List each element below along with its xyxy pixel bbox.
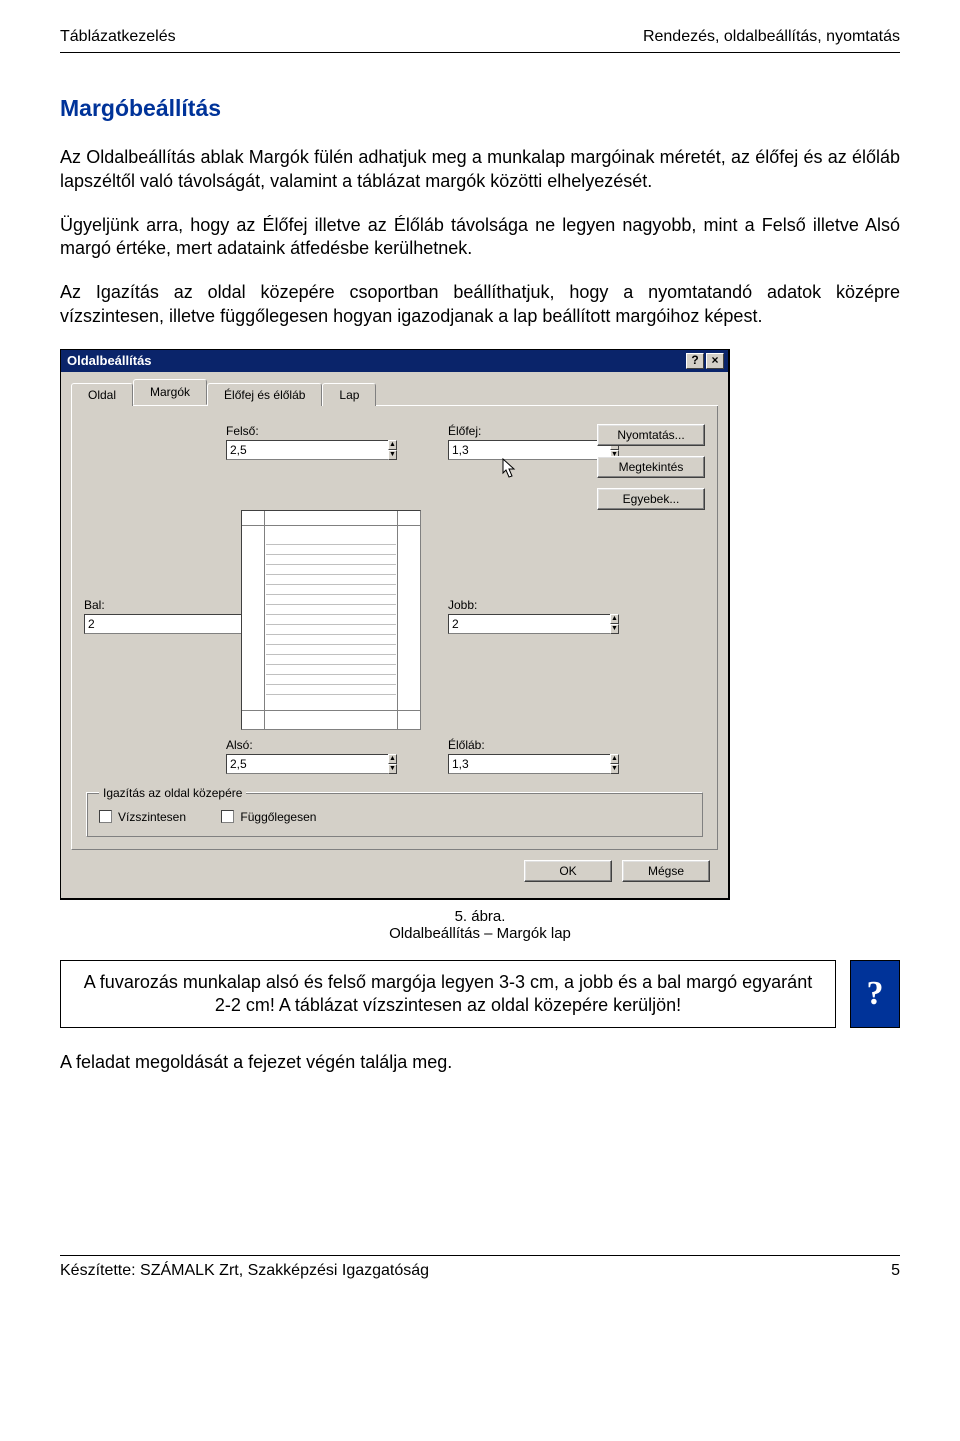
dialog-footer-buttons: OK Mégse xyxy=(71,850,718,888)
label-elolab: Élőláb: xyxy=(448,738,568,752)
spin-up-icon[interactable]: ▲ xyxy=(388,754,397,764)
page-setup-dialog: Oldalbeállítás ? × Oldal Margók Élőfej é… xyxy=(60,349,730,901)
spin-down-icon[interactable]: ▼ xyxy=(388,764,397,774)
tab-margok[interactable]: Margók xyxy=(133,379,207,405)
footer-page-number: 5 xyxy=(891,1262,900,1280)
group-legend: Igazítás az oldal közepére xyxy=(99,786,246,800)
margin-preview xyxy=(241,510,421,730)
checkbox-vertical[interactable]: Függőlegesen xyxy=(221,810,316,824)
dialog-title: Oldalbeállítás xyxy=(67,353,152,368)
caption-text: Oldalbeállítás – Margók lap xyxy=(389,925,571,942)
tab-strip: Oldal Margók Élőfej és élőláb Lap xyxy=(71,380,718,406)
cancel-button[interactable]: Mégse xyxy=(622,860,710,882)
preview-button[interactable]: Megtekintés xyxy=(597,456,705,478)
input-also[interactable] xyxy=(226,754,388,774)
spinner-felso[interactable]: ▲▼ xyxy=(226,440,316,460)
header-right: Rendezés, oldalbeállítás, nyomtatás xyxy=(643,28,900,46)
checkbox-icon xyxy=(99,810,112,823)
spin-down-icon[interactable]: ▼ xyxy=(610,624,619,634)
close-button[interactable]: × xyxy=(706,353,724,369)
label-also: Alsó: xyxy=(226,738,436,752)
header-rule xyxy=(60,52,900,53)
print-button[interactable]: Nyomtatás... xyxy=(597,424,705,446)
tab-elofej-elolab[interactable]: Élőfej és élőláb xyxy=(207,383,322,406)
checkbox-h-label: Vízszintesen xyxy=(118,810,186,824)
spinner-elofej[interactable]: ▲▼ xyxy=(448,440,538,460)
label-jobb: Jobb: xyxy=(448,598,568,612)
spinner-jobb[interactable]: ▲▼ xyxy=(448,614,538,634)
cursor-icon xyxy=(502,458,518,480)
caption-number: 5. ábra. xyxy=(455,908,506,925)
closing-text: A feladat megoldását a fejezet végén tal… xyxy=(60,1052,900,1073)
tab-lap[interactable]: Lap xyxy=(322,383,376,406)
spinner-elolab[interactable]: ▲▼ xyxy=(448,754,538,774)
header-left: Táblázatkezelés xyxy=(60,28,176,46)
spinner-also[interactable]: ▲▼ xyxy=(226,754,316,774)
input-felso[interactable] xyxy=(226,440,388,460)
checkbox-horizontal[interactable]: Vízszintesen xyxy=(99,810,186,824)
label-bal: Bal: xyxy=(84,598,214,612)
options-button[interactable]: Egyebek... xyxy=(597,488,705,510)
spin-up-icon[interactable]: ▲ xyxy=(388,440,397,450)
running-header: Táblázatkezelés Rendezés, oldalbeállítás… xyxy=(60,28,900,46)
label-felso: Felső: xyxy=(226,424,316,438)
tab-panel-margok: Felső: ▲▼ Élőfej: xyxy=(71,406,718,851)
task-box: A fuvarozás munkalap alsó és felső margó… xyxy=(60,960,836,1028)
paragraph-3: Az Igazítás az oldal közepére csoportban… xyxy=(60,281,900,329)
checkbox-icon xyxy=(221,810,234,823)
spinner-bal[interactable]: ▲▼ xyxy=(84,614,174,634)
help-button[interactable]: ? xyxy=(686,353,704,369)
label-elofej: Élőfej: xyxy=(448,424,568,438)
paragraph-1: Az Oldalbeállítás ablak Margók fülén adh… xyxy=(60,146,900,194)
ok-button[interactable]: OK xyxy=(524,860,612,882)
dialog-titlebar: Oldalbeállítás ? × xyxy=(61,350,728,372)
section-heading: Margóbeállítás xyxy=(60,95,900,122)
paragraph-2: Ügyeljünk arra, hogy az Élőfej illetve a… xyxy=(60,214,900,262)
checkbox-v-label: Függőlegesen xyxy=(240,810,316,824)
spin-down-icon[interactable]: ▼ xyxy=(388,450,397,460)
tab-oldal[interactable]: Oldal xyxy=(71,383,133,406)
spin-up-icon[interactable]: ▲ xyxy=(610,614,619,624)
input-bal[interactable] xyxy=(84,614,246,634)
footer-left: Készítette: SZÁMALK Zrt, Szakképzési Iga… xyxy=(60,1262,429,1280)
figure-caption: 5. ábra. Oldalbeállítás – Margók lap xyxy=(60,908,900,942)
question-icon: ? xyxy=(850,960,900,1028)
input-jobb[interactable] xyxy=(448,614,610,634)
center-on-page-group: Igazítás az oldal közepére Vízszintesen … xyxy=(86,786,703,838)
